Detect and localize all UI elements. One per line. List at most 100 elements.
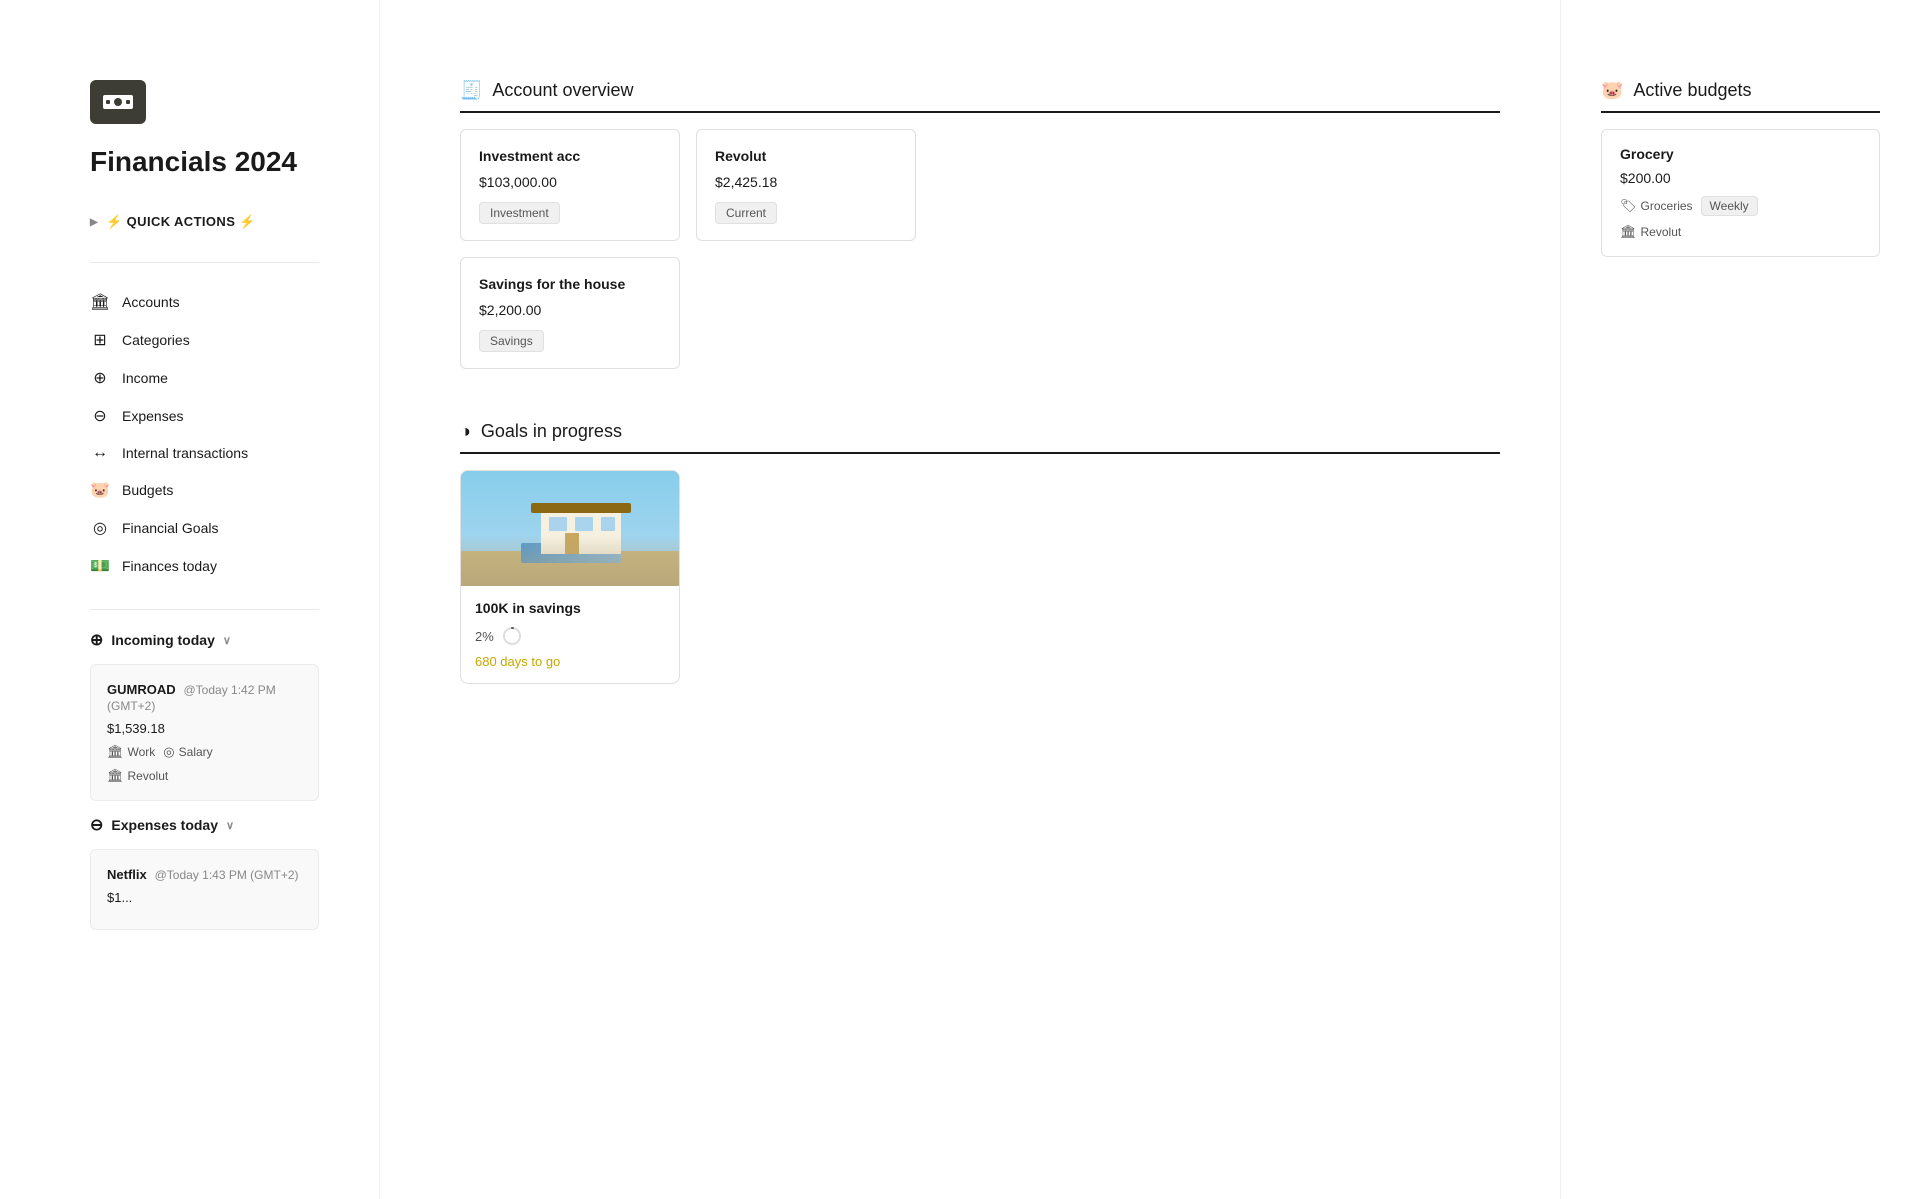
account-card-name: Revolut xyxy=(715,148,897,164)
sidebar-item-label: Categories xyxy=(122,332,190,348)
sidebar-item-internal-transactions[interactable]: ↔ Internal transactions xyxy=(90,435,319,471)
tag-icon: 🏷 xyxy=(1620,198,1637,214)
sidebar-item-budgets[interactable]: 🐷 Budgets xyxy=(90,471,319,509)
account-badge: Savings xyxy=(479,330,544,352)
budget-card-name: Grocery xyxy=(1620,146,1861,162)
budget-tags: 🏷 Groceries Weekly xyxy=(1620,196,1861,216)
sidebar-item-finances-today[interactable]: 💵 Finances today xyxy=(90,547,319,585)
accounts-icon: 🏛 xyxy=(90,292,110,312)
incoming-today-add-icon: ⊕ xyxy=(90,630,103,650)
app-logo xyxy=(90,80,146,124)
expenses-icon: ⊖ xyxy=(90,406,110,426)
budget-account-tag: 🏛 Revolut xyxy=(1620,224,1861,240)
account-card-name: Savings for the house xyxy=(479,276,661,292)
sidebar-item-label: Income xyxy=(122,370,168,386)
account-card-amount: $103,000.00 xyxy=(479,174,661,190)
nav-divider xyxy=(90,262,319,263)
section-divider-1 xyxy=(90,609,319,610)
incoming-transaction-card[interactable]: GUMROAD @Today 1:42 PM (GMT+2) $1,539.18… xyxy=(90,664,319,801)
goal-days-label: 680 days to go xyxy=(475,654,665,669)
toggle-arrow: ▶ xyxy=(90,217,98,228)
right-panel: 🐷 Active budgets Grocery $200.00 🏷 Groce… xyxy=(1560,0,1920,1199)
account-badge: Current xyxy=(715,202,777,224)
expenses-today-chevron: ∨ xyxy=(226,819,234,832)
transaction-tags: 🏛 Work ◎ Salary xyxy=(107,744,302,760)
budget-category-tag: 🏷 Groceries xyxy=(1620,198,1693,214)
account-card-amount: $2,200.00 xyxy=(479,302,661,318)
goal-card-100k[interactable]: 100K in savings 2% 680 days to go xyxy=(460,470,680,684)
quick-actions-toggle[interactable]: ▶ ⚡ QUICK ACTIONS ⚡ xyxy=(90,214,319,230)
goal-card-body: 100K in savings 2% 680 days to go xyxy=(461,586,679,683)
expense-name: Netflix xyxy=(107,867,147,882)
expenses-today-label: Expenses today xyxy=(111,817,218,833)
sidebar-item-income[interactable]: ⊕ Income xyxy=(90,359,319,397)
goals-icon: ◑ xyxy=(460,421,471,442)
goal-card-name: 100K in savings xyxy=(475,600,665,616)
progress-circle-icon xyxy=(502,626,522,646)
incoming-today-chevron: ∨ xyxy=(223,634,231,647)
sidebar-item-financial-goals[interactable]: ◎ Financial Goals xyxy=(90,509,319,547)
expenses-today-section-header[interactable]: ⊖ Expenses today ∨ xyxy=(90,815,319,835)
budget-card-amount: $200.00 xyxy=(1620,170,1861,186)
budget-account-icon: 🏛 xyxy=(1620,224,1637,240)
account-overview-title: Account overview xyxy=(492,80,633,101)
salary-tag-label: Salary xyxy=(179,745,213,759)
financial-goals-icon: ◎ xyxy=(90,518,110,538)
active-budgets-icon: 🐷 xyxy=(1601,80,1623,101)
account-badge: Investment xyxy=(479,202,560,224)
goal-percent: 2% xyxy=(475,629,494,644)
internal-transactions-icon: ↔ xyxy=(90,444,110,462)
work-tag: 🏛 Work xyxy=(107,744,155,760)
sidebar-item-label: Financial Goals xyxy=(122,520,219,536)
active-budgets-title: Active budgets xyxy=(1633,80,1751,101)
categories-icon: ⊞ xyxy=(90,330,110,350)
budget-category-label: Groceries xyxy=(1641,199,1693,213)
budgets-icon: 🐷 xyxy=(90,480,110,500)
incoming-today-section-header[interactable]: ⊕ Incoming today ∨ xyxy=(90,630,319,650)
finances-today-icon: 💵 xyxy=(90,556,110,576)
account-overview-section: 🧾 Account overview Investment acc $103,0… xyxy=(460,80,1500,369)
main-content: 🧾 Account overview Investment acc $103,0… xyxy=(380,0,1560,1199)
expenses-today-section: ⊖ Expenses today ∨ Netflix @Today 1:43 P… xyxy=(90,815,319,930)
active-budgets-section: 🐷 Active budgets Grocery $200.00 🏷 Groce… xyxy=(1601,80,1880,257)
income-icon: ⊕ xyxy=(90,368,110,388)
expense-amount: $1... xyxy=(107,890,302,905)
sidebar-item-categories[interactable]: ⊞ Categories xyxy=(90,321,319,359)
goals-title-row: ◑ Goals in progress xyxy=(460,421,1500,454)
expense-transaction-card[interactable]: Netflix @Today 1:43 PM (GMT+2) $1... xyxy=(90,849,319,930)
goal-card-image xyxy=(461,471,679,586)
salary-tag-icon: ◎ xyxy=(163,744,174,760)
goals-list: 100K in savings 2% 680 days to go xyxy=(460,470,1500,684)
sidebar-item-label: Budgets xyxy=(122,482,173,498)
sidebar-item-label: Internal transactions xyxy=(122,445,248,461)
sidebar-item-label: Finances today xyxy=(122,558,217,574)
page-title: Financials 2024 xyxy=(90,146,319,178)
account-card-investment[interactable]: Investment acc $103,000.00 Investment xyxy=(460,129,680,241)
sidebar: Financials 2024 ▶ ⚡ QUICK ACTIONS ⚡ 🏛 Ac… xyxy=(0,0,380,1199)
money-icon xyxy=(103,93,133,111)
account-card-revolut[interactable]: Revolut $2,425.18 Current xyxy=(696,129,916,241)
active-budgets-title-row: 🐷 Active budgets xyxy=(1601,80,1880,113)
budget-frequency-badge: Weekly xyxy=(1701,196,1758,216)
transaction-account-tag: 🏛 Revolut xyxy=(107,768,302,784)
expense-date: @Today 1:43 PM (GMT+2) xyxy=(155,868,299,882)
budget-card-grocery[interactable]: Grocery $200.00 🏷 Groceries Weekly 🏛 Rev… xyxy=(1601,129,1880,257)
account-card-amount: $2,425.18 xyxy=(715,174,897,190)
sidebar-item-label: Expenses xyxy=(122,408,183,424)
main-nav: 🏛 Accounts ⊞ Categories ⊕ Income ⊖ Expen… xyxy=(90,283,319,585)
goal-image-svg xyxy=(461,471,679,586)
account-overview-title-row: 🧾 Account overview xyxy=(460,80,1500,113)
incoming-today-label: Incoming today xyxy=(111,632,214,648)
transaction-name: GUMROAD xyxy=(107,682,176,697)
salary-tag: ◎ Salary xyxy=(163,744,212,760)
sidebar-item-expenses[interactable]: ⊖ Expenses xyxy=(90,397,319,435)
account-card-savings[interactable]: Savings for the house $2,200.00 Savings xyxy=(460,257,680,369)
work-tag-icon: 🏛 xyxy=(107,744,124,760)
transaction-account: Revolut xyxy=(128,769,169,783)
budget-account-label: Revolut xyxy=(1641,225,1682,239)
sidebar-item-label: Accounts xyxy=(122,294,180,310)
account-overview-icon: 🧾 xyxy=(460,80,482,101)
goals-section: ◑ Goals in progress xyxy=(460,421,1500,684)
expenses-today-minus-icon: ⊖ xyxy=(90,815,103,835)
sidebar-item-accounts[interactable]: 🏛 Accounts xyxy=(90,283,319,321)
